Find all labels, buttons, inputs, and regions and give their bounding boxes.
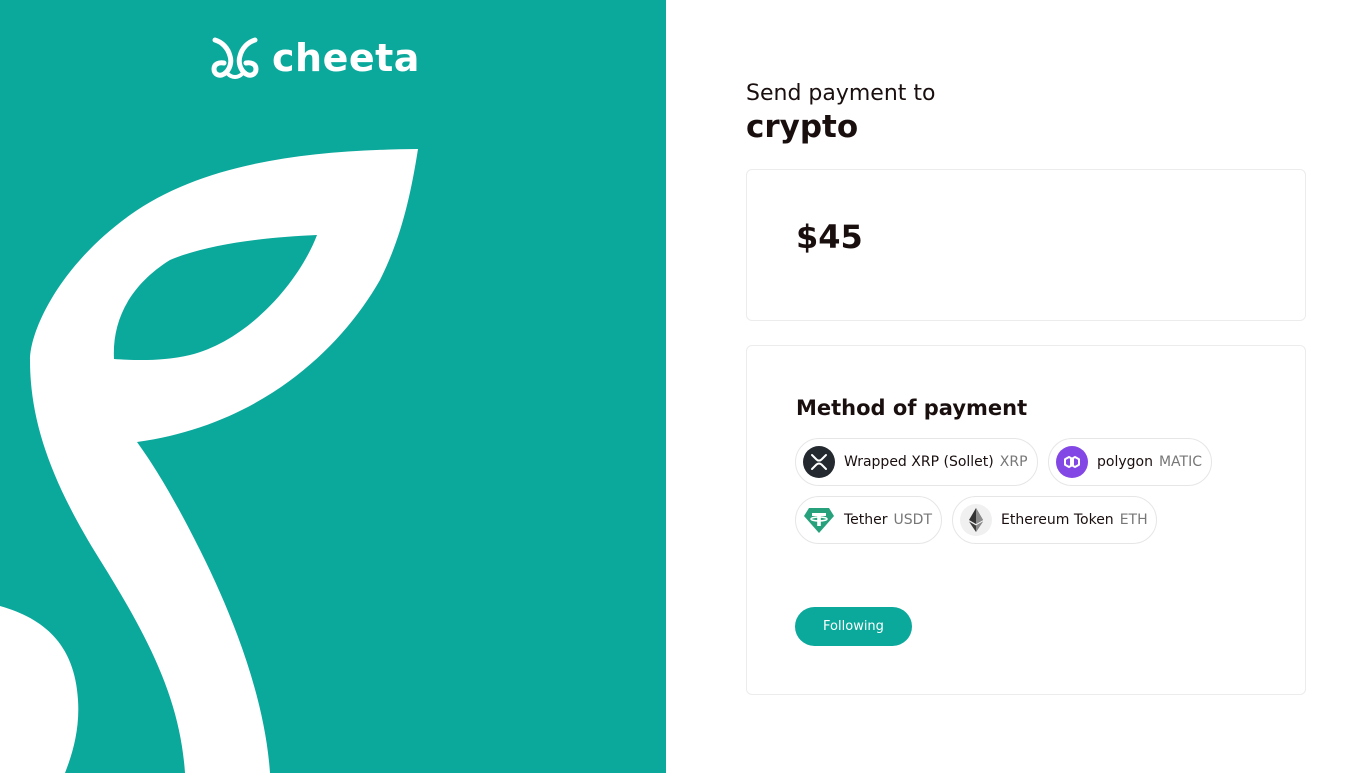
token-option-usdt[interactable]: Tether USDT [795,496,942,544]
brand-name: cheeta [272,36,420,80]
page-header: Send payment to crypto [746,80,935,146]
token-symbol: ETH [1119,512,1148,528]
ethereum-icon [960,504,992,536]
token-symbol: MATIC [1158,454,1202,470]
brand-panel: cheeta [0,0,666,773]
page-title: crypto [746,109,859,145]
token-option-eth[interactable]: Ethereum Token ETH [952,496,1157,544]
token-symbol: XRP [999,454,1028,470]
xrp-icon [803,446,835,478]
next-button[interactable]: Following [795,607,912,646]
token-option-matic[interactable]: polygon MATIC [1048,438,1212,486]
token-name: Tether [844,512,888,528]
token-name: polygon [1097,454,1153,470]
payment-method-card: Method of payment Wrapped XRP (Sollet) X… [746,345,1306,695]
token-symbol: USDT [893,512,932,528]
brand-header: cheeta [210,36,420,80]
tether-icon [803,504,835,536]
payment-method-title: Method of payment [796,396,1028,420]
cheeta-logo-icon [211,37,259,79]
amount-card: $45 [746,169,1306,321]
token-name: Wrapped XRP (Sollet) [844,454,994,470]
token-option-xrp[interactable]: Wrapped XRP (Sollet) XRP [795,438,1038,486]
payment-amount: $45 [796,218,863,256]
polygon-icon [1056,446,1088,478]
leaf-illustration [0,149,418,773]
token-name: Ethereum Token [1001,512,1114,528]
page-subtitle: Send payment to [746,81,936,106]
